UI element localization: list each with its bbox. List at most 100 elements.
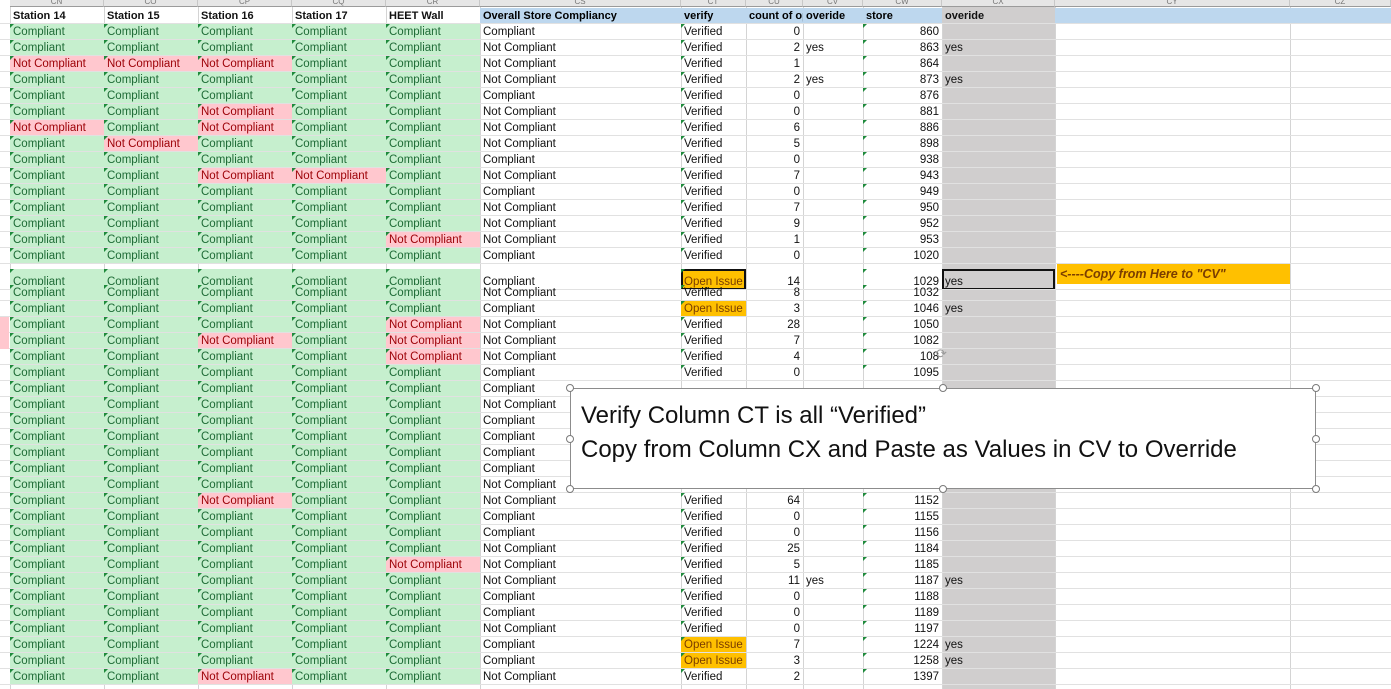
station-cell[interactable]: Compliant [386, 40, 480, 56]
station-cell[interactable]: Compliant [104, 216, 198, 232]
cx-override-cell[interactable] [942, 104, 1055, 120]
station-cell[interactable]: Compliant [104, 573, 198, 589]
station-cell[interactable]: Compliant [10, 445, 104, 461]
cx-override-cell[interactable] [942, 349, 1055, 365]
station-cell[interactable]: Compliant [386, 589, 480, 605]
station-cell[interactable]: Not Compliant [198, 168, 292, 184]
station-cell[interactable]: Compliant [386, 184, 480, 200]
station-cell[interactable]: Compliant [104, 168, 198, 184]
overall-compliancy-cell[interactable]: Not Compliant [480, 317, 681, 333]
station-cell[interactable]: Compliant [292, 104, 386, 120]
overall-compliancy-cell[interactable]: Not Compliant [480, 40, 681, 56]
station-cell[interactable]: Compliant [10, 232, 104, 248]
station-cell[interactable]: Not Compliant [198, 333, 292, 349]
verify-cell[interactable]: Verified [681, 589, 746, 605]
cx-override-cell[interactable] [942, 120, 1055, 136]
resize-handle-top-left[interactable] [566, 384, 574, 392]
verify-cell[interactable]: Verified [681, 317, 746, 333]
station-cell[interactable]: Compliant [292, 477, 386, 493]
station-cell[interactable]: Compliant [292, 136, 386, 152]
store-cell[interactable]: 1185 [863, 557, 942, 573]
cx-override-cell[interactable] [942, 136, 1055, 152]
cx-override-cell[interactable] [942, 621, 1055, 637]
station-cell[interactable]: Compliant [104, 301, 198, 317]
column-header[interactable]: CY [1055, 0, 1290, 7]
station-cell[interactable]: Compliant [198, 200, 292, 216]
station-cell[interactable]: Compliant [292, 621, 386, 637]
verify-cell[interactable]: Verified [681, 669, 746, 685]
overall-compliancy-cell[interactable]: Not Compliant [480, 232, 681, 248]
station-cell[interactable]: Compliant [10, 184, 104, 200]
count-cell[interactable]: 2 [746, 40, 803, 56]
overall-compliancy-cell[interactable]: Not Compliant [480, 72, 681, 88]
station-cell[interactable]: Compliant [104, 605, 198, 621]
rotate-handle-icon[interactable]: ⟳ [936, 347, 954, 361]
store-cell[interactable]: 953 [863, 232, 942, 248]
station-cell[interactable]: Compliant [198, 301, 292, 317]
station-cell[interactable]: Compliant [104, 184, 198, 200]
header-station15[interactable]: Station 15 [104, 8, 198, 24]
station-cell[interactable]: Compliant [10, 653, 104, 669]
station-cell[interactable]: Compliant [10, 493, 104, 509]
count-cell[interactable]: 2 [746, 72, 803, 88]
station-cell[interactable]: Compliant [104, 509, 198, 525]
overall-compliancy-cell[interactable]: Compliant [480, 525, 681, 541]
station-cell[interactable]: Compliant [198, 525, 292, 541]
station-cell[interactable]: Compliant [386, 104, 480, 120]
verify-cell[interactable]: Verified [681, 200, 746, 216]
store-cell[interactable]: 863 [863, 40, 942, 56]
count-cell[interactable]: 25 [746, 541, 803, 557]
cx-override-cell[interactable] [942, 525, 1055, 541]
overall-compliancy-cell[interactable]: Not Compliant [480, 493, 681, 509]
verify-cell[interactable]: Verified [681, 184, 746, 200]
station-cell[interactable]: Compliant [386, 637, 480, 653]
header-heet[interactable]: HEET Wall [386, 8, 480, 24]
station-cell[interactable]: Compliant [386, 397, 480, 413]
station-cell[interactable]: Compliant [198, 152, 292, 168]
station-cell[interactable]: Compliant [292, 317, 386, 333]
verify-cell[interactable]: Verified [681, 541, 746, 557]
station-cell[interactable]: Compliant [104, 120, 198, 136]
count-cell[interactable]: 0 [746, 248, 803, 264]
verify-cell[interactable]: Verified [681, 605, 746, 621]
verify-cell[interactable]: Verified [681, 136, 746, 152]
count-cell[interactable]: 8 [746, 285, 803, 301]
store-cell[interactable]: 1258 [863, 653, 942, 669]
overall-compliancy-cell[interactable]: Not Compliant [480, 541, 681, 557]
header-override1[interactable]: overide [803, 8, 863, 24]
header-station17[interactable]: Station 17 [292, 8, 386, 24]
station-cell[interactable]: Compliant [292, 653, 386, 669]
station-cell[interactable]: Compliant [198, 397, 292, 413]
store-cell[interactable]: 1187 [863, 573, 942, 589]
resize-handle-top-right[interactable] [1312, 384, 1320, 392]
override-cell[interactable]: yes [803, 573, 863, 589]
station-cell[interactable]: Compliant [104, 88, 198, 104]
station-cell[interactable]: Compliant [10, 216, 104, 232]
cx-override-cell[interactable] [942, 493, 1055, 509]
station-cell[interactable]: Compliant [198, 232, 292, 248]
station-cell[interactable]: Compliant [10, 637, 104, 653]
station-cell[interactable]: Compliant [386, 56, 480, 72]
station-cell[interactable]: Compliant [104, 653, 198, 669]
verify-cell[interactable]: Verified [681, 573, 746, 589]
header-overall[interactable]: Overall Store Compliancy [480, 8, 681, 24]
station-cell[interactable]: Compliant [292, 429, 386, 445]
station-cell[interactable]: Compliant [386, 200, 480, 216]
station-cell[interactable]: Compliant [386, 285, 480, 301]
station-cell[interactable]: Not Compliant [386, 333, 480, 349]
store-cell[interactable]: 943 [863, 168, 942, 184]
station-cell[interactable]: Compliant [292, 397, 386, 413]
station-cell[interactable]: Compliant [104, 381, 198, 397]
count-cell[interactable]: 0 [746, 621, 803, 637]
station-cell[interactable]: Compliant [292, 525, 386, 541]
verify-cell[interactable]: Verified [681, 333, 746, 349]
station-cell[interactable]: Compliant [386, 509, 480, 525]
station-cell[interactable]: Compliant [292, 285, 386, 301]
overall-compliancy-cell[interactable]: Not Compliant [480, 216, 681, 232]
station-cell[interactable]: Compliant [386, 152, 480, 168]
station-cell[interactable]: Compliant [292, 301, 386, 317]
station-cell[interactable]: Compliant [10, 621, 104, 637]
cx-override-cell[interactable] [942, 669, 1055, 685]
count-cell[interactable]: 1 [746, 232, 803, 248]
cx-override-cell[interactable]: yes [942, 637, 1055, 653]
